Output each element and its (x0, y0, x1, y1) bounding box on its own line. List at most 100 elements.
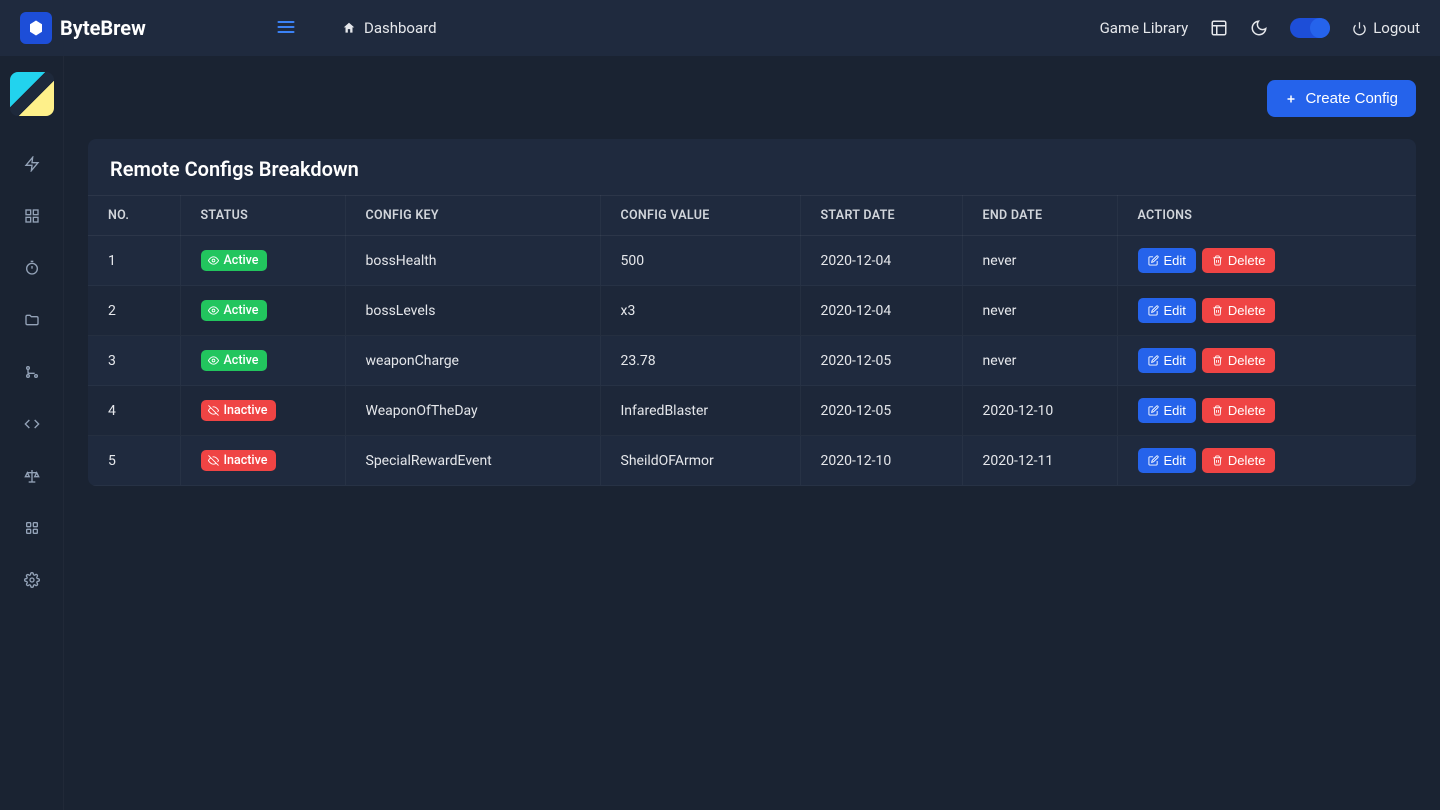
grid-icon (24, 208, 40, 224)
row-actions: Edit Delete (1138, 248, 1397, 273)
sidebar-item-power[interactable] (20, 152, 44, 176)
layout-view-button[interactable] (1210, 19, 1228, 37)
theme-mode-button[interactable] (1250, 19, 1268, 37)
delete-label: Delete (1228, 353, 1266, 368)
delete-button[interactable]: Delete (1202, 398, 1276, 423)
cell-actions: Edit Delete (1117, 386, 1416, 436)
delete-label: Delete (1228, 453, 1266, 468)
sidebar-item-flow[interactable] (20, 360, 44, 384)
cell-start-date: 2020-12-10 (800, 436, 962, 486)
cell-no: 2 (88, 286, 180, 336)
cell-start-date: 2020-12-04 (800, 286, 962, 336)
gear-icon (24, 572, 40, 588)
cell-config-value: InfaredBlaster (600, 386, 800, 436)
delete-label: Delete (1228, 303, 1266, 318)
edit-button[interactable]: Edit (1138, 248, 1196, 273)
edit-button[interactable]: Edit (1138, 348, 1196, 373)
main-content: Create Config Remote Configs Breakdown N… (64, 56, 1440, 810)
trash-icon (1212, 255, 1223, 266)
power-icon (1352, 21, 1367, 36)
eye-icon (208, 255, 219, 266)
eye-icon (208, 305, 219, 316)
edit-icon (1148, 305, 1159, 316)
sidebar (0, 56, 64, 810)
theme-toggle-switch[interactable] (1290, 18, 1330, 38)
hamburger-icon (276, 17, 296, 37)
cell-end-date: 2020-12-11 (962, 436, 1117, 486)
cell-actions: Edit Delete (1117, 286, 1416, 336)
sidebar-item-files[interactable] (20, 308, 44, 332)
row-actions: Edit Delete (1138, 298, 1397, 323)
dashboard-breadcrumb[interactable]: Dashboard (342, 19, 437, 37)
edit-button[interactable]: Edit (1138, 448, 1196, 473)
eye-off-icon (208, 405, 219, 416)
trash-icon (1212, 305, 1223, 316)
sidebar-item-timer[interactable] (20, 256, 44, 280)
cell-config-value: x3 (600, 286, 800, 336)
cell-status: Active (180, 286, 345, 336)
eye-icon (208, 355, 219, 366)
header-right-group: Game Library Logout (1100, 18, 1420, 38)
trash-icon (1212, 405, 1223, 416)
sidebar-item-dashboard[interactable] (20, 204, 44, 228)
logout-label: Logout (1373, 19, 1420, 37)
cell-actions: Edit Delete (1117, 436, 1416, 486)
cell-start-date: 2020-12-04 (800, 236, 962, 286)
configs-table: NO. STATUS CONFIG KEY CONFIG VALUE START… (88, 195, 1416, 486)
edit-icon (1148, 255, 1159, 266)
cell-config-key: bossLevels (345, 286, 600, 336)
table-row: 3 ActiveweaponCharge23.782020-12-05never… (88, 336, 1416, 386)
cell-no: 1 (88, 236, 180, 286)
home-icon (342, 21, 356, 35)
cell-start-date: 2020-12-05 (800, 336, 962, 386)
create-config-button[interactable]: Create Config (1267, 80, 1416, 117)
delete-label: Delete (1228, 253, 1266, 268)
edit-button[interactable]: Edit (1138, 398, 1196, 423)
action-bar: Create Config (88, 80, 1416, 117)
logout-button[interactable]: Logout (1352, 19, 1420, 37)
game-library-link[interactable]: Game Library (1100, 19, 1189, 37)
cell-start-date: 2020-12-05 (800, 386, 962, 436)
sidebar-item-balance[interactable] (20, 464, 44, 488)
brand-logo[interactable]: ByteBrew (20, 12, 250, 44)
col-header-value: CONFIG VALUE (600, 196, 800, 236)
col-header-end: END DATE (962, 196, 1117, 236)
status-badge: Inactive (201, 450, 277, 471)
edit-label: Edit (1164, 453, 1186, 468)
panel-title: Remote Configs Breakdown (88, 139, 1416, 195)
cell-no: 3 (88, 336, 180, 386)
cell-config-key: weaponCharge (345, 336, 600, 386)
delete-button[interactable]: Delete (1202, 448, 1276, 473)
edit-icon (1148, 355, 1159, 366)
col-header-actions: ACTIONS (1117, 196, 1416, 236)
toggle-knob (1310, 18, 1330, 38)
sidebar-item-code[interactable] (20, 412, 44, 436)
cell-config-key: WeaponOfTheDay (345, 386, 600, 436)
brand-name: ByteBrew (60, 16, 146, 40)
eye-off-icon (208, 455, 219, 466)
edit-label: Edit (1164, 353, 1186, 368)
col-header-key: CONFIG KEY (345, 196, 600, 236)
cell-actions: Edit Delete (1117, 336, 1416, 386)
edit-icon (1148, 455, 1159, 466)
delete-button[interactable]: Delete (1202, 248, 1276, 273)
cell-config-key: SpecialRewardEvent (345, 436, 600, 486)
plus-icon (1285, 93, 1297, 105)
delete-label: Delete (1228, 403, 1266, 418)
edit-label: Edit (1164, 253, 1186, 268)
dashboard-label: Dashboard (364, 19, 437, 37)
app-avatar[interactable] (10, 72, 54, 116)
lightning-icon (24, 156, 40, 172)
menu-toggle-button[interactable] (270, 11, 302, 46)
sidebar-item-apps[interactable] (20, 516, 44, 540)
row-actions: Edit Delete (1138, 398, 1397, 423)
edit-button[interactable]: Edit (1138, 298, 1196, 323)
code-icon (24, 416, 40, 432)
delete-button[interactable]: Delete (1202, 348, 1276, 373)
delete-button[interactable]: Delete (1202, 298, 1276, 323)
cell-no: 4 (88, 386, 180, 436)
sidebar-item-settings[interactable] (20, 568, 44, 592)
table-row: 1 ActivebossHealth5002020-12-04neverEdit… (88, 236, 1416, 286)
cell-no: 5 (88, 436, 180, 486)
apps-icon (24, 520, 40, 536)
